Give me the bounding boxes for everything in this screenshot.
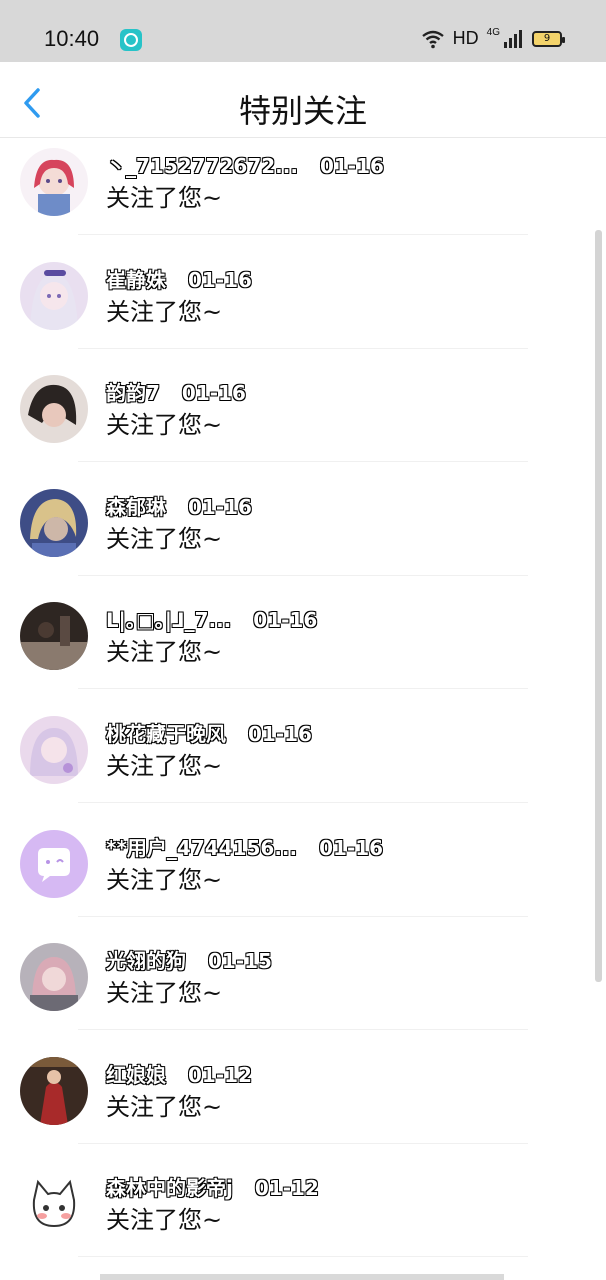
user-name-line: 森郁琳 01-16 — [106, 491, 253, 520]
bottom-edge — [100, 1274, 504, 1280]
notification-date: 01-16 — [253, 608, 318, 633]
network-gen-label: 4G — [486, 27, 500, 38]
notification-date: 01-15 — [208, 949, 273, 974]
list-item[interactable]: **用户_4744156... 01-16 关注了您~ — [0, 820, 606, 934]
notification-date: 01-12 — [254, 1176, 319, 1201]
user-name[interactable]: 韵韵7 — [106, 381, 161, 406]
list-item[interactable]: ᒪ|｡□｡|ᒧ_7... 01-16 关注了您~ — [0, 592, 606, 706]
list-item[interactable]: 韵韵7 01-16 关注了您~ — [0, 365, 606, 479]
network-type-label: HD — [452, 28, 479, 48]
notification-message: 关注了您~ — [106, 752, 223, 780]
avatar[interactable] — [20, 602, 88, 671]
status-indicators: HD 4G 9 — [421, 27, 565, 49]
notification-message: 关注了您~ — [106, 638, 223, 667]
notification-message: 关注了您~ — [106, 1206, 223, 1235]
notification-date: 01-16 — [319, 835, 384, 860]
avatar[interactable] — [20, 148, 88, 216]
user-name[interactable]: 丶_7152772672... — [106, 154, 299, 179]
notification-date: 01-16 — [181, 381, 246, 406]
avatar[interactable] — [20, 829, 88, 898]
row-divider — [78, 347, 528, 349]
row-divider — [78, 461, 528, 463]
follow-notification-list[interactable]: 丶_7152772672... 01-16 关注了您~ 崔静姝 01-16 关注了您~ 韵韵… — [0, 138, 606, 1280]
list-item[interactable]: 光翎的狗 01-15 关注了您~ — [0, 933, 606, 1047]
list-item[interactable]: 森林中的影帝j 01-12 关注了您~ — [0, 1160, 606, 1274]
user-name[interactable]: 崔静姝 — [106, 267, 167, 292]
notification-date: 01-16 — [188, 267, 253, 292]
scrollbar[interactable] — [595, 230, 602, 982]
notification-date: 01-16 — [188, 494, 253, 519]
avatar[interactable] — [20, 375, 88, 444]
user-name-line: 崔静姝 01-16 — [106, 264, 253, 293]
user-name[interactable]: 红娘娘 — [106, 1062, 167, 1087]
user-name[interactable]: 森林中的影帝j — [106, 1176, 234, 1201]
row-divider — [78, 1256, 528, 1258]
battery-icon: 9 — [532, 30, 565, 47]
row-divider — [78, 688, 528, 690]
notification-date: 01-12 — [188, 1062, 253, 1087]
avatar[interactable] — [20, 943, 88, 1012]
list-item[interactable]: 红娘娘 01-12 关注了您~ — [0, 1047, 606, 1161]
row-divider — [78, 802, 528, 803]
user-name-line: 韵韵7 01-16 — [106, 377, 247, 406]
notification-message: 关注了您~ — [106, 979, 223, 1008]
user-name[interactable]: 光翎的狗 — [106, 949, 187, 974]
user-name-line: ᒪ|｡□｡|ᒧ_7... 01-16 — [105, 604, 318, 633]
user-name[interactable]: 森郁琳 — [106, 494, 167, 519]
notification-date: 01-16 — [319, 154, 384, 179]
notification-message: 关注了您~ — [106, 524, 223, 553]
wifi-icon — [421, 30, 444, 48]
notification-message: 关注了您~ — [106, 411, 223, 440]
row-divider — [78, 234, 528, 235]
status-bar: 10:40 HD 4G 9 — [0, 0, 606, 62]
avatar[interactable] — [20, 261, 88, 330]
list-item[interactable]: 丶_7152772672... 01-16 关注了您~ — [0, 138, 606, 252]
signal-icon — [504, 29, 522, 48]
notification-message: 关注了您~ — [106, 184, 223, 212]
list-item[interactable]: 崔静姝 01-16 关注了您~ — [0, 252, 606, 366]
notification-message: 关注了您~ — [106, 865, 223, 894]
status-time: 10:40 — [44, 26, 100, 51]
avatar[interactable] — [20, 488, 88, 557]
page-title: 特别关注 — [238, 92, 367, 130]
list-item[interactable]: 森郁琳 01-16 关注了您~ — [0, 479, 606, 593]
row-divider — [78, 574, 528, 576]
title-bar: 特别关注 — [0, 62, 606, 138]
user-name-line: 光翎的狗 01-15 — [106, 945, 273, 974]
user-name-line: 丶_7152772672... 01-16 — [106, 150, 385, 179]
list-item[interactable]: 桃花藏于晚风 01-16 关注了您~ — [0, 706, 606, 820]
row-divider — [78, 1142, 528, 1144]
user-name[interactable]: 桃花藏于晚风 — [106, 722, 227, 747]
avatar[interactable] — [20, 716, 88, 784]
user-name-line: **用户_4744156... 01-16 — [105, 832, 384, 861]
user-name-line: 红娘娘 01-12 — [106, 1059, 253, 1088]
row-divider — [78, 1029, 528, 1031]
avatar[interactable] — [20, 1056, 88, 1125]
app-notification-icon — [120, 29, 142, 51]
notification-date: 01-16 — [248, 722, 313, 747]
user-name[interactable]: ᒪ|｡□｡|ᒧ_7... — [105, 608, 231, 633]
notification-message: 关注了您~ — [106, 1092, 223, 1121]
notification-message: 关注了您~ — [106, 297, 223, 326]
user-name-line: 森林中的影帝j 01-12 — [106, 1172, 320, 1201]
user-name-line: 桃花藏于晚风 01-16 — [106, 718, 313, 747]
user-name[interactable]: **用户_4744156... — [105, 835, 297, 860]
avatar[interactable] — [20, 1170, 88, 1239]
row-divider — [78, 915, 528, 917]
